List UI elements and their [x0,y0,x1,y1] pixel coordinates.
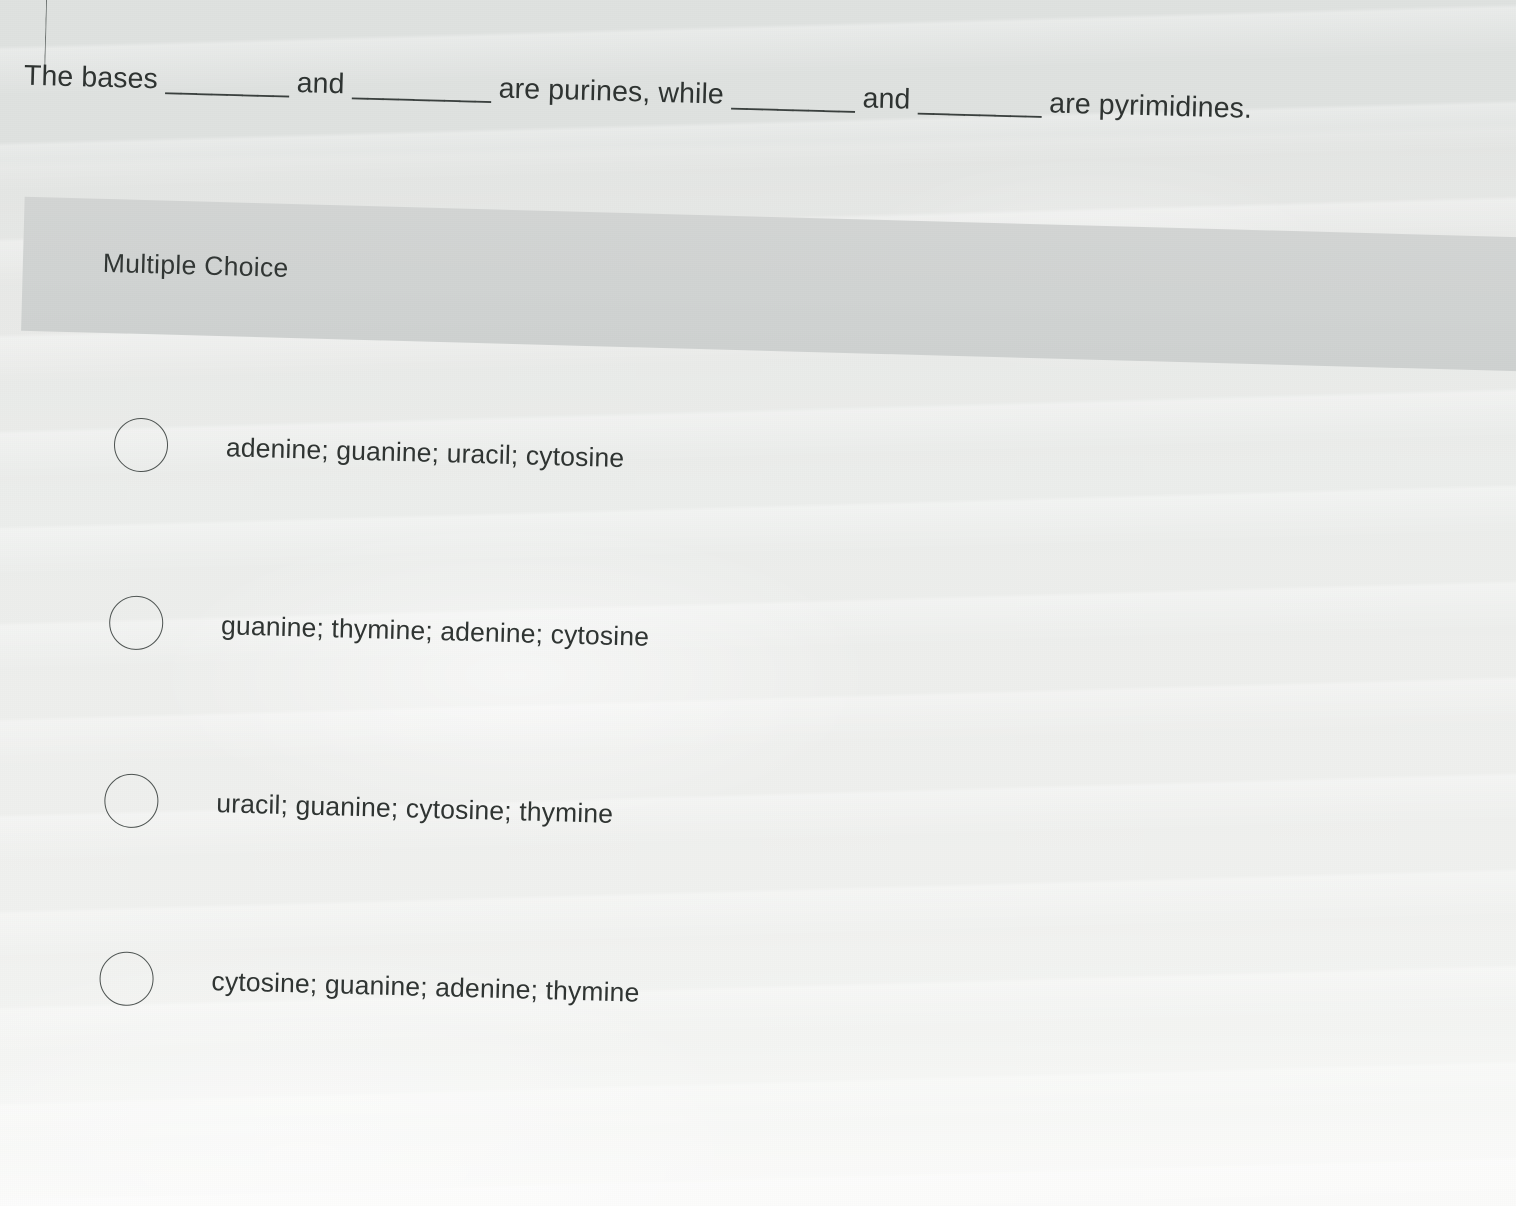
question-conjunction-1: and [296,67,345,101]
question-conjunction-2: and [862,82,911,116]
option-label-a: adenine; guanine; uracil; cytosine [225,431,625,473]
radio-button-b[interactable] [108,595,164,651]
quiz-screenshot: The bases ________ and _________ are pur… [0,0,1516,1206]
question-blank-2: _________ [352,68,492,105]
question-suffix: are pyrimidines. [1048,87,1253,125]
question-blank-3: ________ [731,78,856,115]
section-label: Multiple Choice [102,247,289,283]
option-label-c: uracil; guanine; cytosine; thymine [215,787,614,829]
option-label-b: guanine; thymine; adenine; cytosine [220,609,650,652]
quiz-card: The bases ________ and _________ are pur… [0,0,1516,1206]
radio-button-c[interactable] [103,773,160,829]
radio-button-d[interactable] [98,951,155,1007]
radio-button-a[interactable] [113,417,169,473]
question-prefix: The bases [23,59,159,96]
question-middle: are purines, while [498,72,725,111]
option-label-d: cytosine; guanine; adenine; thymine [211,965,640,1008]
question-blank-1: ________ [165,63,290,99]
options-list: adenine; guanine; uracil; cytosine guani… [0,331,1516,1173]
question-blank-4: ________ [918,83,1042,120]
